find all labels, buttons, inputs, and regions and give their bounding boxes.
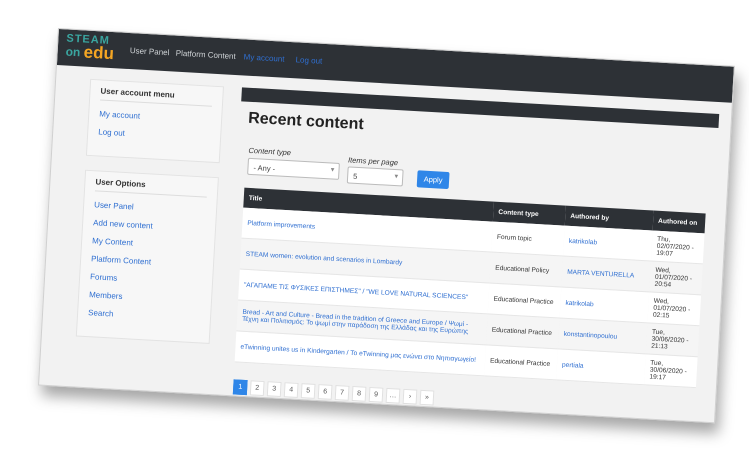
row-author-link[interactable]: pertiala	[562, 361, 584, 369]
page-link[interactable]: 4	[283, 382, 299, 398]
table-body: Platform improvements Forum topic katrikol…	[234, 207, 705, 388]
page-link[interactable]: 8	[351, 385, 367, 402]
row-author-link[interactable]: katrikolab	[569, 237, 598, 246]
sidebar-link-platform-content[interactable]: Platform Content	[91, 254, 203, 269]
page-link[interactable]: 2	[249, 380, 265, 397]
site-logo[interactable]: STEAM on edu	[63, 32, 119, 65]
row-content-type: Educational Practice	[487, 282, 562, 318]
account-menu-title: User account menu	[100, 86, 213, 107]
row-author-link[interactable]: MARTA VENTURELLA	[567, 268, 634, 279]
nav-my-account[interactable]: My account	[243, 52, 284, 63]
page-link[interactable]: 5	[300, 383, 316, 399]
row-author-link[interactable]: konstantinopoulou	[564, 330, 618, 340]
sidebar-link-search[interactable]: Search	[88, 308, 200, 323]
row-title-link[interactable]: "ΑΓΑΠΑΜΕ ΤΙΣ ΦΥΣΙΚΕΣ ΕΠΙΣΤΗΜΕΣ" / "WE LO…	[244, 281, 469, 301]
row-title-link[interactable]: STEAM women: evolution and scenarios in …	[245, 250, 402, 266]
sidebar-link-forums[interactable]: Forums	[90, 272, 202, 287]
options-menu-title: User Options	[94, 177, 208, 198]
items-per-page-select[interactable]: 5 ▼	[346, 166, 404, 187]
content-table: Title Content type Authored by Authored …	[234, 187, 706, 389]
content-type-label: Content type	[248, 145, 292, 158]
sidebar: User account menu My account Log out Use…	[75, 78, 225, 358]
sidebar-link-members[interactable]: Members	[89, 290, 201, 305]
page-link[interactable]: »	[419, 389, 435, 406]
row-date: Wed, 01/07/2020 - 02:15	[647, 291, 702, 326]
row-content-type: Educational Practice	[485, 313, 560, 349]
chevron-down-icon: ▼	[329, 167, 336, 174]
page-link[interactable]: 7	[334, 385, 350, 401]
nav-log-out[interactable]: Log out	[295, 55, 322, 65]
page-link[interactable]: …	[385, 387, 401, 404]
chevron-down-icon: ▼	[393, 173, 400, 181]
page-link[interactable]: 3	[266, 381, 282, 398]
pagination: 1 2 3 4 5 6 7 8 9… ›»	[232, 379, 438, 406]
row-title-link[interactable]: Bread - Art and Culture - Bread in the t…	[242, 309, 469, 336]
nav-platform-content[interactable]: Platform Content	[176, 49, 236, 61]
apply-button[interactable]: Apply	[416, 170, 450, 190]
items-per-page-label: Items per page	[347, 155, 399, 168]
row-content-type: Forum topic	[491, 221, 565, 257]
row-author-link[interactable]: katrikolab	[565, 299, 594, 308]
sidebar-link-log-out[interactable]: Log out	[98, 127, 210, 142]
row-date: Wed, 01/07/2020 - 20:54	[649, 260, 703, 295]
row-date: Tue, 30/06/2020 - 19:17	[643, 353, 698, 388]
row-content-type: Educational Policy	[489, 252, 564, 288]
sidebar-link-my-account[interactable]: My account	[99, 109, 211, 124]
row-title-link[interactable]: Platform improvements	[247, 219, 315, 230]
content-type-select[interactable]: - Any - ▼	[247, 157, 340, 180]
sidebar-link-user-panel[interactable]: User Panel	[94, 200, 206, 215]
row-date: Thu, 02/07/2020 - 19:07	[650, 230, 705, 264]
page-link[interactable]: 9	[368, 386, 384, 403]
page-title: Recent content	[247, 109, 365, 134]
sidebar-link-add-content[interactable]: Add new content	[93, 218, 205, 233]
row-content-type: Educational Practice	[484, 344, 558, 380]
row-title-link[interactable]: eTwinning unites us in Kindergarten / Το…	[240, 343, 476, 363]
user-account-menu: User account menu My account Log out	[85, 78, 225, 164]
user-options-menu: User Options User Panel Add new content …	[75, 169, 219, 344]
nav-user-panel[interactable]: User Panel	[130, 46, 170, 57]
sidebar-link-my-content[interactable]: My Content	[92, 236, 204, 251]
page-link[interactable]: 1	[232, 379, 248, 396]
page-link[interactable]: ›	[402, 388, 418, 405]
row-date: Tue, 30/06/2020 - 21:13	[645, 322, 700, 357]
screenshot-frame: STEAM on edu User Panel Platform Content…	[38, 28, 735, 424]
page-link[interactable]: 6	[317, 384, 333, 400]
